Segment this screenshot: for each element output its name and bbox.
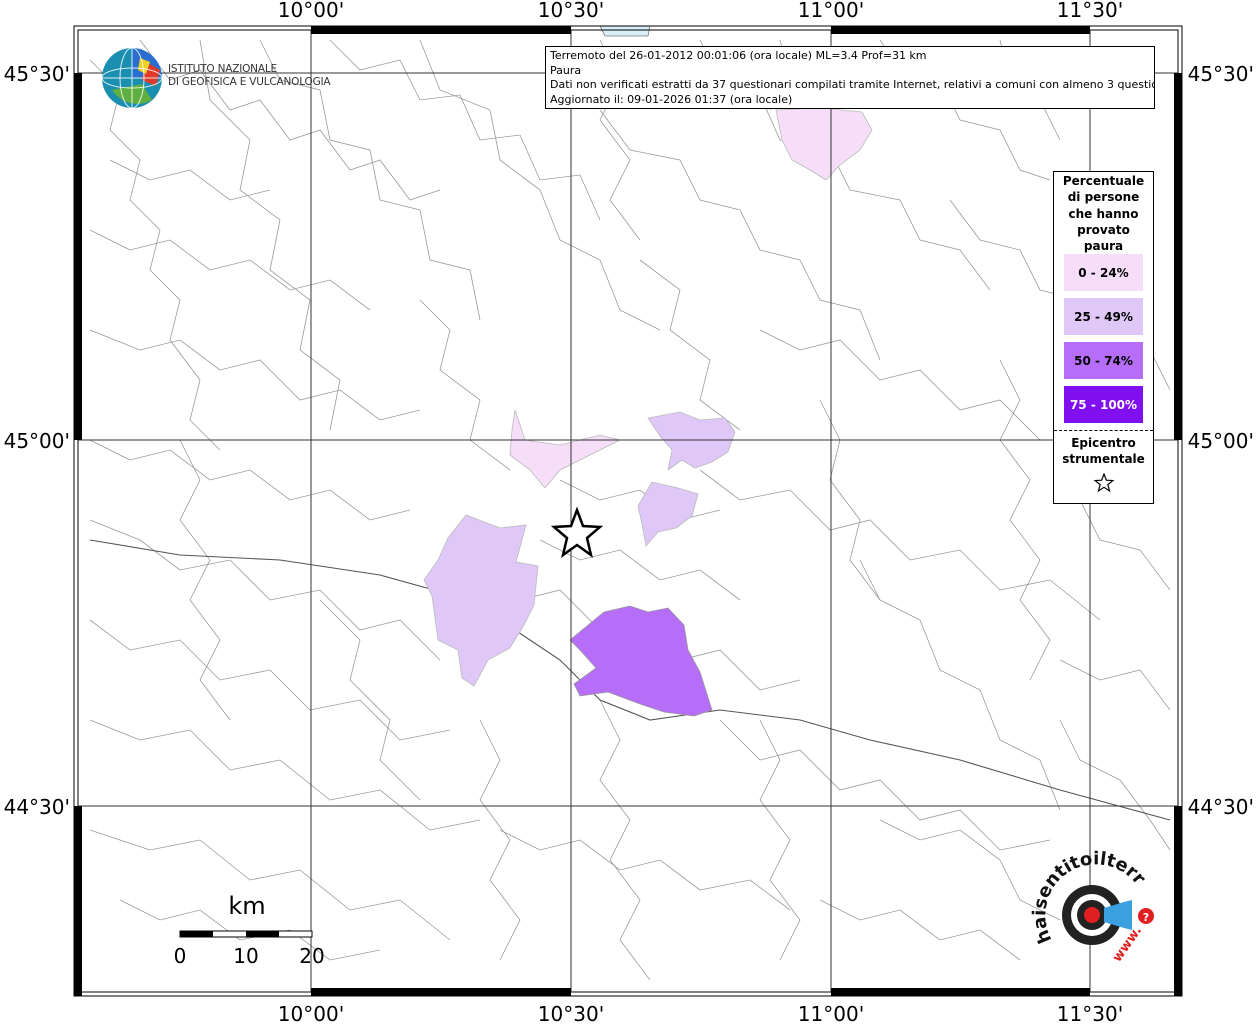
scale-tick: 20 xyxy=(299,944,324,968)
legend: Percentuale di persone che hanno provato… xyxy=(1053,171,1154,504)
lake xyxy=(599,25,651,37)
longitude-label: 10°30' xyxy=(538,0,604,22)
latitude-label: 45°00' xyxy=(4,429,70,453)
latitude-label: 45°00' xyxy=(1188,429,1254,453)
svg-text:?: ? xyxy=(1143,911,1149,924)
legend-title-line: paura xyxy=(1083,239,1124,254)
ingv-name-line: ISTITUTO NAZIONALE xyxy=(168,63,277,75)
legend-title-line: di persone xyxy=(1067,190,1140,205)
longitude-label: 11°30' xyxy=(1057,0,1123,22)
longitude-label: 10°00' xyxy=(278,0,344,22)
latitude-label: 44°30' xyxy=(1188,795,1254,819)
legend-title-line: Percentuale xyxy=(1062,174,1145,188)
longitude-label: 10°30' xyxy=(538,1002,604,1024)
longitude-label: 10°00' xyxy=(278,1002,344,1024)
latitude-label: 45°30' xyxy=(4,62,70,86)
scale-tick: 0 xyxy=(174,944,187,968)
intensity-map: 10°00' 10°30' 11°00' 11°30' 10°00' 10°30… xyxy=(0,0,1254,1024)
scale-tick: 10 xyxy=(233,944,258,968)
ingv-name: ISTITUTO NAZIONALE DI GEOFISICA E VULCAN… xyxy=(168,63,331,89)
scale-unit: km xyxy=(228,892,265,920)
legend-epicenter-label: Epicentro strumentale xyxy=(1054,435,1153,467)
legend-title-line: che hanno xyxy=(1068,206,1139,221)
legend-class: 50 - 74% xyxy=(1064,342,1143,380)
data-note: Dati non verificati estratti da 37 quest… xyxy=(550,78,1155,91)
latitude-label: 44°30' xyxy=(4,795,70,819)
legend-divider xyxy=(1054,430,1153,432)
map-background xyxy=(74,26,1182,996)
ingv-name-line: DI GEOFISICA E VULCANOLOGIA xyxy=(168,76,331,88)
legend-class: 0 - 24% xyxy=(1064,254,1143,292)
longitude-label: 11°00' xyxy=(798,1002,864,1024)
legend-star-icon xyxy=(1054,472,1153,497)
legend-title-line: provato xyxy=(1077,222,1130,237)
legend-title: Percentuale di persone che hanno provato… xyxy=(1054,173,1153,254)
map-type: Paura xyxy=(550,63,582,77)
event-info-box: Terremoto del 26-01-2012 00:01:06 (ora l… xyxy=(545,46,1155,109)
event-title: Terremoto del 26-01-2012 00:01:06 (ora l… xyxy=(550,49,927,62)
longitude-label: 11°30' xyxy=(1057,1002,1123,1024)
ingv-logo-icon xyxy=(101,47,163,109)
latitude-label: 45°30' xyxy=(1188,62,1254,86)
legend-class: 75 - 100% xyxy=(1064,386,1143,424)
updated-at: Aggiornato il: 09-01-2026 01:37 (ora loc… xyxy=(550,92,793,106)
legend-class: 25 - 49% xyxy=(1064,298,1143,336)
legend-epicenter-line: Epicentro xyxy=(1071,436,1136,451)
longitude-label: 11°00' xyxy=(798,0,864,22)
legend-epicenter-line: strumentale xyxy=(1062,452,1145,467)
